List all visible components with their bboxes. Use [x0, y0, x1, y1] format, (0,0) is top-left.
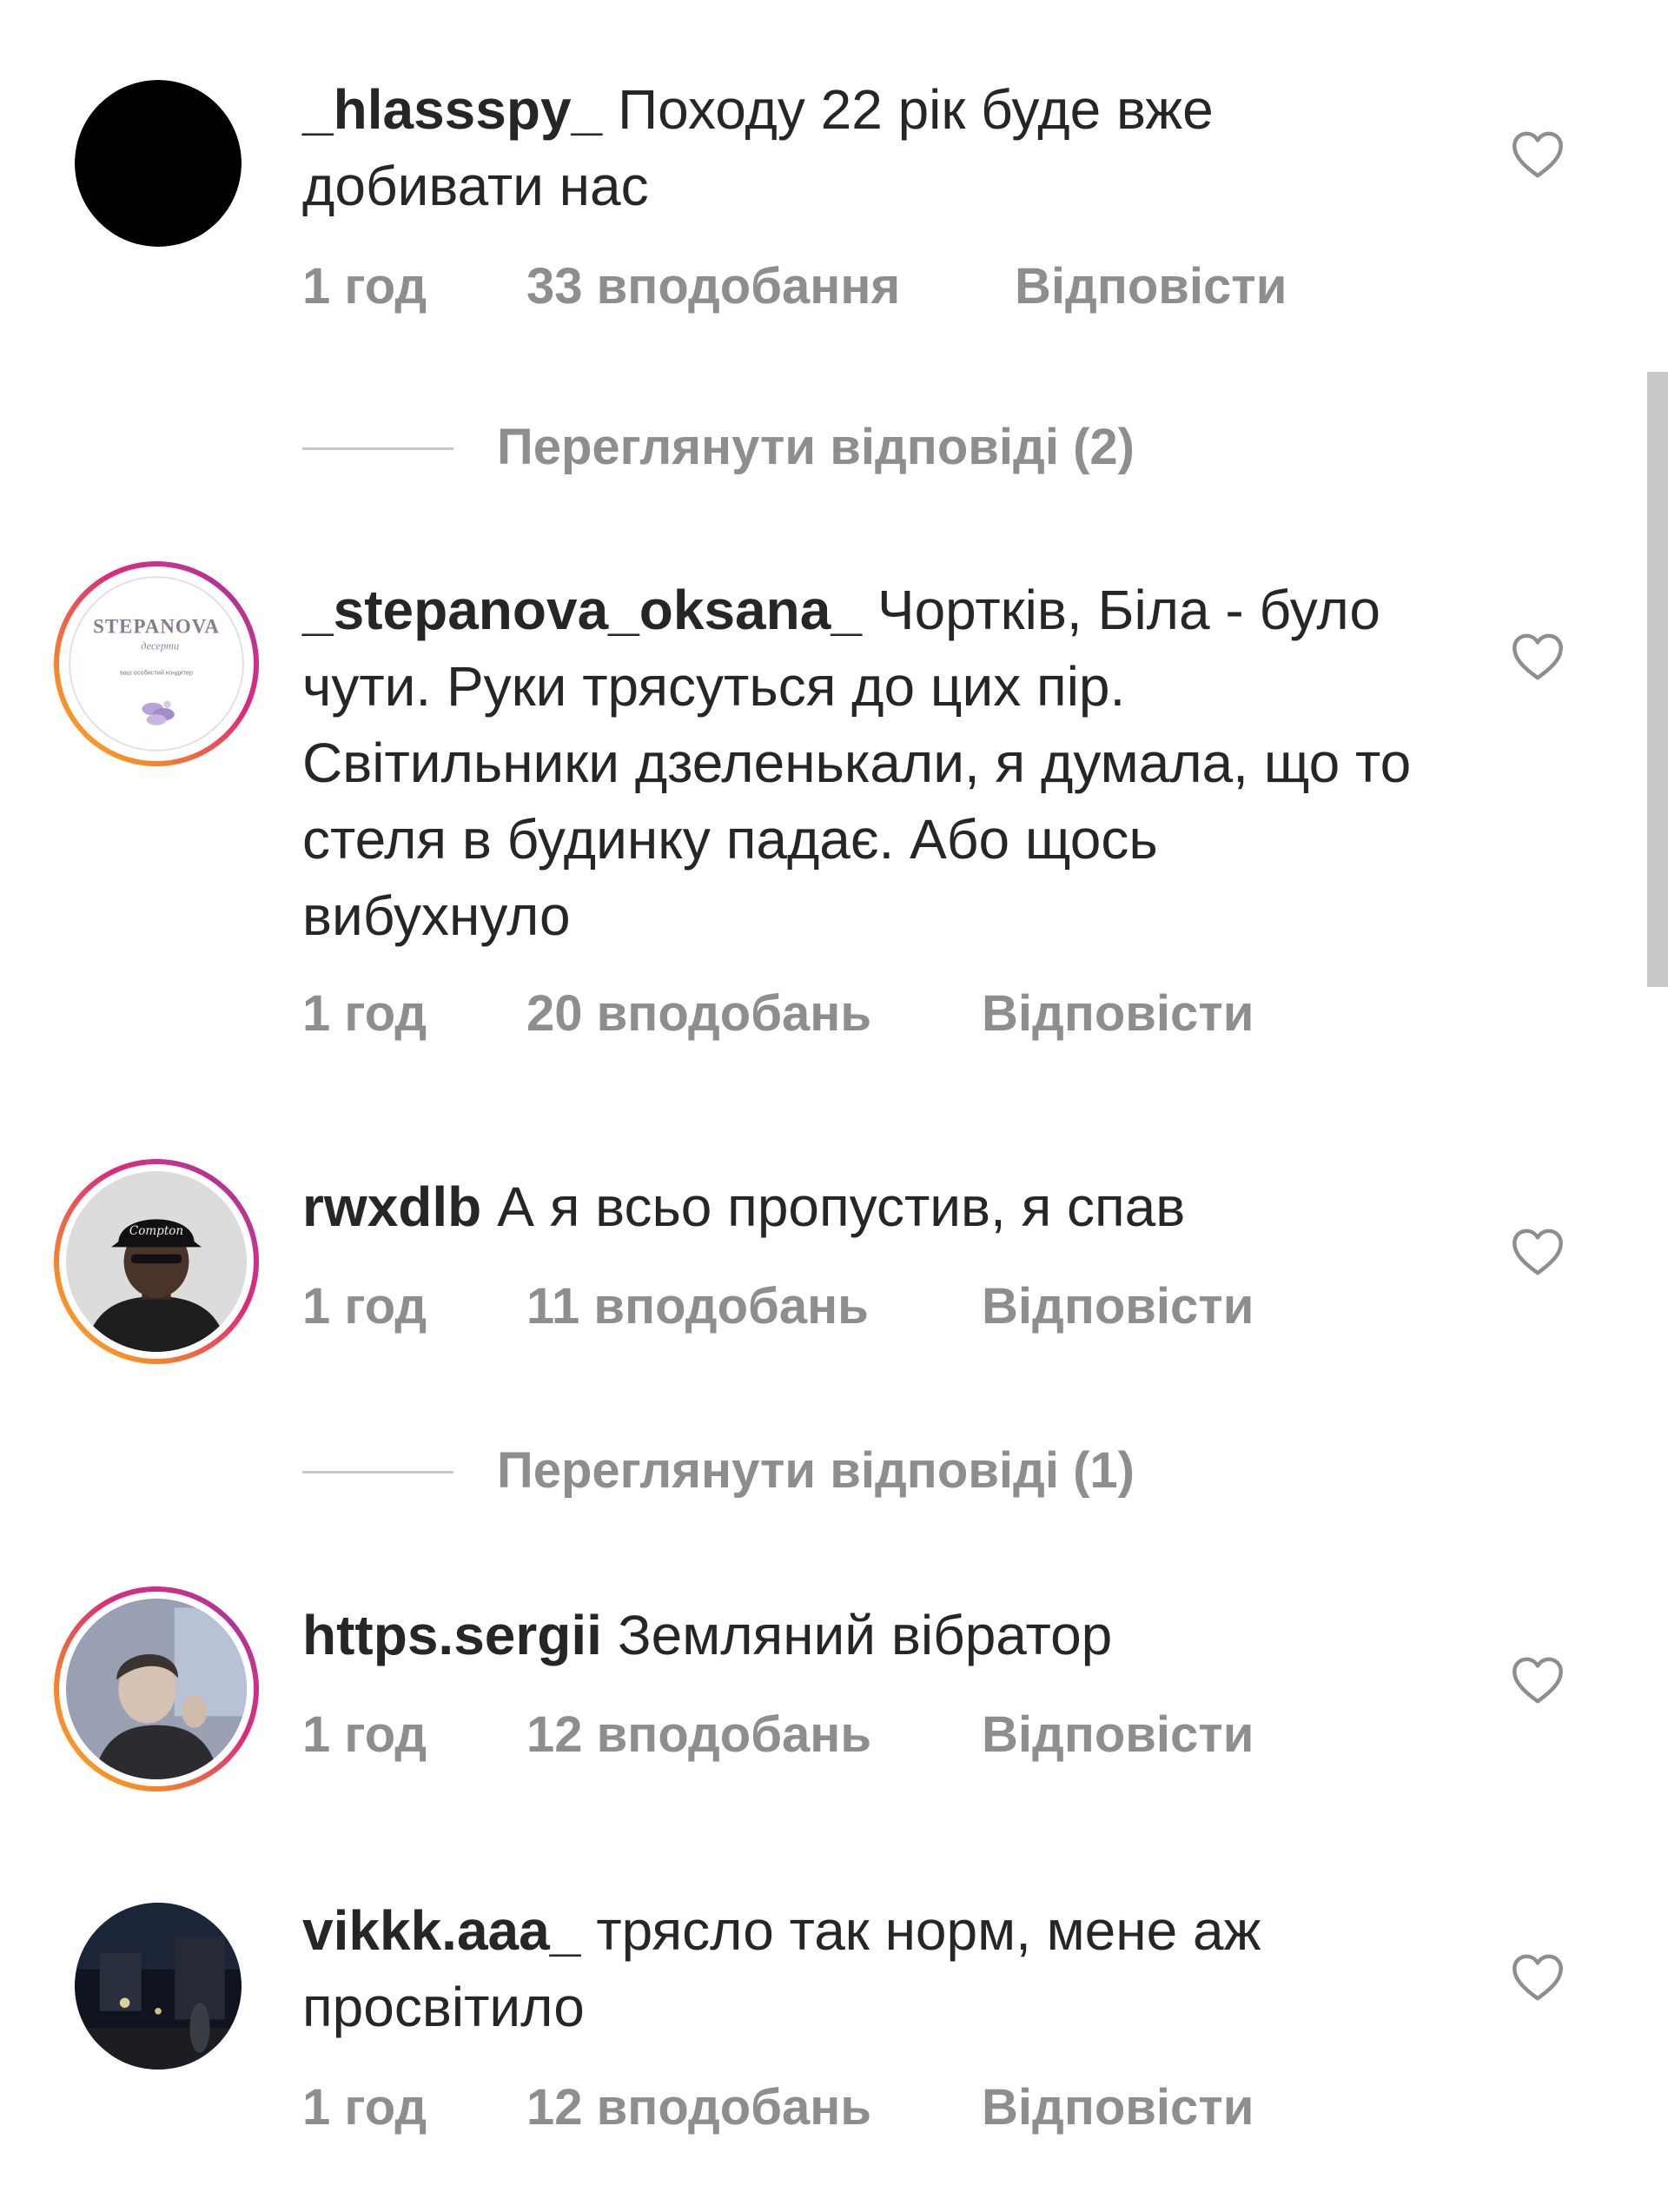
black-circle-avatar [75, 80, 242, 247]
reply-button[interactable]: Відповісти [982, 1277, 1254, 1335]
comment-text: Земляний вібратор [617, 1604, 1113, 1666]
comment-time: 1 год [302, 985, 427, 1042]
view-replies-label[interactable]: Переглянути відповіді (2) [497, 413, 1135, 482]
logo-title: STEPANOVA [93, 616, 220, 638]
logo-tagline: ваш особистий кондитер [120, 668, 193, 676]
comment-username[interactable]: _hlassspy_ [302, 78, 602, 141]
comment-body: rwxdlb А я всьо пропустив, я спав [302, 1169, 1440, 1245]
comment-body: _stepanova_oksana_ Чортків, Біла - було ч… [302, 572, 1440, 954]
comment-username[interactable]: _stepanova_oksana_ [302, 579, 862, 641]
scrollbar-thumb[interactable] [1647, 372, 1668, 987]
reply-button[interactable]: Відповісти [982, 1705, 1254, 1764]
heart-icon[interactable] [1511, 130, 1565, 179]
comment-time: 1 год [302, 1706, 427, 1763]
reply-button[interactable]: Відповісти [982, 2078, 1254, 2136]
heart-icon[interactable] [1511, 1228, 1565, 1276]
reply-button[interactable]: Відповісти [1015, 257, 1287, 315]
comment-likes[interactable]: 12 вподобань [526, 2078, 871, 2136]
replies-divider [302, 1471, 453, 1474]
avatar[interactable] [75, 80, 242, 247]
replies-divider [302, 447, 453, 450]
comment-body: vikkk.aaa_ трясло так норм, мене аж просв… [302, 1892, 1440, 2045]
comment-text: А я всьо пропустив, я спав [497, 1176, 1186, 1238]
heart-icon[interactable] [1511, 1953, 1565, 2002]
reply-button[interactable]: Відповісти [982, 984, 1254, 1043]
view-replies-label[interactable]: Переглянути відповіді (1) [497, 1436, 1135, 1506]
avatar[interactable] [75, 1903, 242, 2070]
comment-likes[interactable]: 20 вподобань [526, 984, 871, 1043]
comment-username[interactable]: https.sergii [302, 1604, 602, 1666]
comment-likes[interactable]: 12 вподобань [526, 1705, 871, 1764]
avatar[interactable]: Compton [54, 1159, 259, 1364]
comment-time: 1 год [302, 1278, 427, 1334]
comment-time: 1 год [302, 2079, 427, 2136]
avatar[interactable]: STEPANOVA десерти ваш особистий кондитер [54, 561, 259, 766]
heart-icon[interactable] [1511, 632, 1565, 681]
comment-body: https.sergii Земляний вібратор [302, 1597, 1440, 1673]
comment-username[interactable]: vikkk.aaa_ [302, 1899, 580, 1962]
comment-time: 1 год [302, 258, 427, 315]
comment-likes[interactable]: 33 вподобання [526, 257, 900, 315]
comment-likes[interactable]: 11 вподобань [526, 1277, 869, 1335]
comment-username[interactable]: rwxdlb [302, 1176, 481, 1238]
young-man-avatar [66, 1599, 247, 1779]
man-with-cap-avatar: Compton [66, 1171, 247, 1352]
comment-body: _hlassspy_ Походу 22 рік буде вже добиват… [302, 71, 1440, 224]
stepanova-logo-avatar: STEPANOVA десерти ваш особистий кондитер [66, 573, 247, 754]
svg-text:Compton: Compton [129, 1224, 183, 1238]
night-street-avatar [75, 1903, 242, 2070]
logo-sub: десерти [141, 639, 179, 652]
avatar[interactable] [54, 1586, 259, 1791]
heart-icon[interactable] [1511, 1656, 1565, 1705]
